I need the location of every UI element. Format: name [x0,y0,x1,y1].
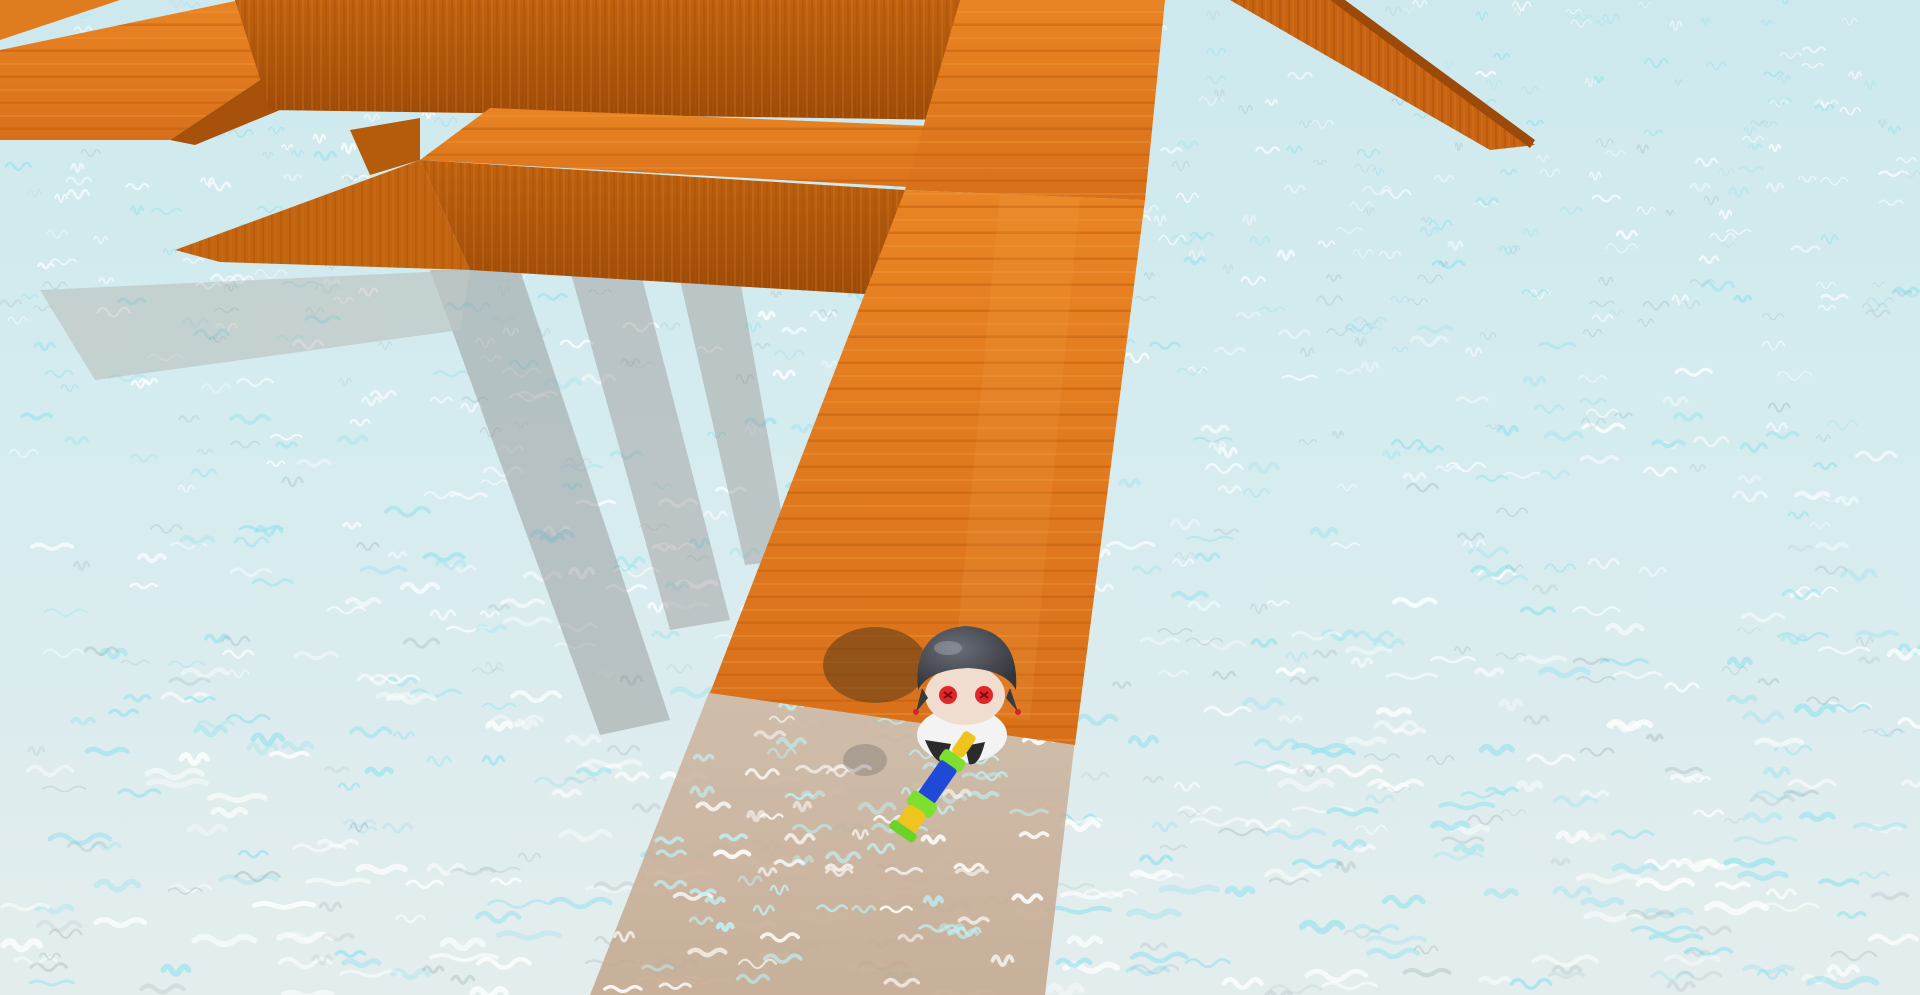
player-shadow [823,627,927,703]
game-scene[interactable] [0,0,1920,995]
game-viewport[interactable] [0,0,1920,995]
helmet-highlight [934,641,962,655]
player-shadow-tail [843,744,887,776]
wooden-platform-back [235,0,990,125]
wooden-platform-upper-left [0,0,280,145]
